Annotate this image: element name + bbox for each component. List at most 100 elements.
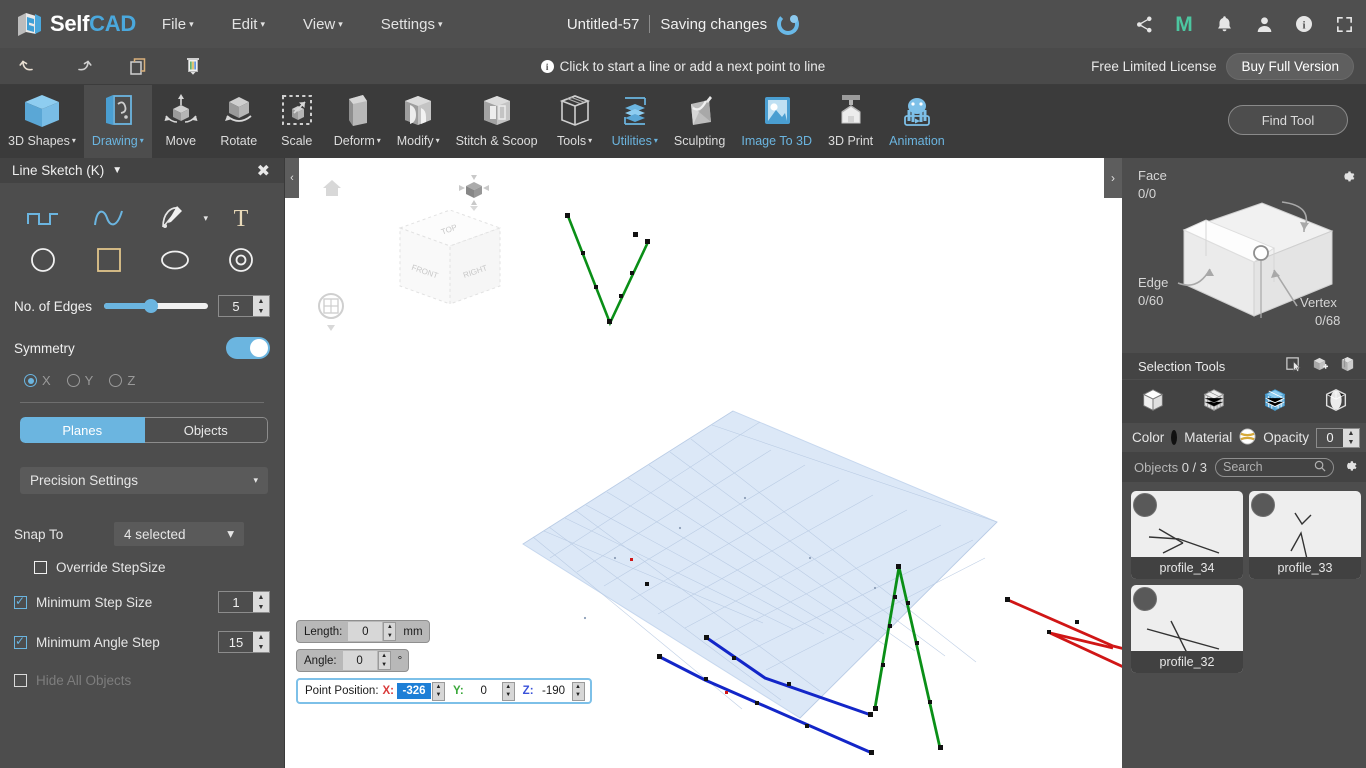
point-position-input-group[interactable]: Point Position: X: -326 ▲ ▼ Y: 0 ▲ ▼ Z: -1…: [296, 678, 592, 704]
symmetry-axis-z[interactable]: Z: [109, 373, 135, 388]
right-panel-collapse-handle[interactable]: ›: [1104, 158, 1122, 198]
minimum-step-size-value[interactable]: 1: [219, 592, 253, 612]
angle-input-group[interactable]: Angle: 0 ▲ ▼ °: [296, 649, 410, 672]
stepper-up-icon[interactable]: ▲: [253, 592, 269, 602]
close-icon[interactable]: ✖: [257, 161, 270, 181]
segment-objects[interactable]: Objects: [144, 417, 268, 443]
stepper-down-icon[interactable]: ▼: [253, 602, 269, 612]
rect-select-icon[interactable]: [1285, 356, 1302, 376]
symmetry-toggle[interactable]: [226, 337, 270, 359]
no-of-edges-slider[interactable]: [104, 299, 208, 313]
stepper-down-icon[interactable]: ▼: [1343, 438, 1359, 447]
ribbon-tab-tools[interactable]: Tools ▾: [546, 85, 604, 158]
gear-icon[interactable]: [1339, 168, 1356, 188]
document-title[interactable]: Untitled-57: [567, 16, 640, 33]
viewport-canvas[interactable]: TOP FRONT RIGHT: [285, 158, 1122, 768]
redo-button[interactable]: [55, 48, 110, 85]
ribbon-tab-3d-print[interactable]: 3D Print: [820, 85, 881, 158]
stepper-up-icon[interactable]: ▲: [503, 683, 514, 692]
point-position-z-stepper[interactable]: ▲ ▼: [571, 681, 585, 701]
object-select-toggle[interactable]: [1133, 493, 1157, 517]
ribbon-tab-move[interactable]: Move: [152, 85, 210, 158]
menu-edit[interactable]: Edit ▾: [220, 10, 277, 39]
stepper-up-icon[interactable]: ▲: [573, 683, 584, 692]
app-logo[interactable]: SelfCAD: [14, 9, 136, 39]
precision-settings-dropdown[interactable]: Precision Settings ▾: [20, 467, 268, 494]
ribbon-tab-utilities[interactable]: Utilities ▾: [604, 85, 666, 158]
stepper-down-icon[interactable]: ▼: [384, 632, 395, 641]
chevron-down-icon[interactable]: ▼: [112, 165, 122, 176]
left-panel-collapse-handle[interactable]: ‹: [285, 158, 299, 198]
length-stepper[interactable]: ▲ ▼: [383, 622, 397, 641]
minimum-step-size-stepper[interactable]: 1 ▲ ▼: [218, 591, 270, 613]
stepper-up-icon[interactable]: ▲: [379, 652, 390, 661]
stepper-down-icon[interactable]: ▼: [253, 642, 269, 652]
checkbox-checked-icon[interactable]: [14, 634, 27, 649]
delete-button[interactable]: [165, 48, 220, 85]
ribbon-tab-3d-shapes[interactable]: 3D Shapes ▾: [0, 85, 84, 158]
no-of-edges-value[interactable]: 5: [219, 296, 253, 316]
menu-settings[interactable]: Settings ▾: [369, 10, 455, 39]
stepper-arrows[interactable]: ▲ ▼: [1343, 428, 1359, 447]
symmetry-axis-y[interactable]: Y: [66, 373, 93, 388]
m-logo-icon[interactable]: M: [1174, 14, 1194, 35]
angle-stepper[interactable]: ▲ ▼: [377, 651, 391, 670]
ribbon-tab-sculpting[interactable]: Sculpting: [666, 85, 733, 158]
minimum-angle-step-stepper[interactable]: 15 ▲ ▼: [218, 631, 270, 653]
ribbon-tab-modify[interactable]: Modify ▾: [389, 85, 448, 158]
opacity-value[interactable]: 0: [1317, 428, 1343, 447]
stepper-down-icon[interactable]: ▼: [573, 691, 584, 700]
stepper-arrows[interactable]: ▲ ▼: [253, 632, 269, 652]
stepper-down-icon[interactable]: ▼: [253, 306, 269, 316]
search-input[interactable]: Search: [1215, 457, 1334, 477]
pen-arc-icon[interactable]: ▾: [142, 197, 208, 239]
spline-icon[interactable]: [76, 197, 142, 239]
point-position-z-value[interactable]: -190: [537, 685, 571, 697]
ribbon-tab-animation[interactable]: Animation: [881, 85, 953, 158]
polyline-icon[interactable]: [10, 197, 76, 239]
point-position-x-value[interactable]: -326: [397, 683, 432, 699]
ribbon-tab-image-to-3d[interactable]: Image To 3D: [733, 85, 820, 158]
angle-value[interactable]: 0: [342, 651, 377, 670]
stepper-up-icon[interactable]: ▲: [1343, 429, 1359, 438]
length-value[interactable]: 0: [348, 622, 383, 641]
object-select-toggle[interactable]: [1133, 587, 1157, 611]
objects-settings-gear-icon[interactable]: [1342, 458, 1358, 477]
stepper-arrows[interactable]: ▲ ▼: [253, 296, 269, 316]
stepper-up-icon[interactable]: ▲: [433, 683, 444, 692]
stepper-down-icon[interactable]: ▼: [503, 691, 514, 700]
ribbon-tab-stitch-scoop[interactable]: Stitch & Scoop: [448, 85, 546, 158]
ellipse-icon[interactable]: [142, 239, 208, 281]
stepper-down-icon[interactable]: ▼: [433, 691, 444, 700]
snap-to-select[interactable]: 4 selected ▾: [114, 522, 244, 546]
copy-button[interactable]: [110, 48, 165, 85]
box-remove-select-icon[interactable]: [1338, 356, 1356, 376]
point-position-y-stepper[interactable]: ▲ ▼: [501, 681, 515, 701]
ribbon-tab-deform[interactable]: Deform ▾: [326, 85, 389, 158]
viewport-3d[interactable]: TOP FRONT RIGHT: [285, 158, 1122, 768]
material-icon[interactable]: [1239, 427, 1256, 448]
undo-button[interactable]: [0, 48, 55, 85]
fullscreen-icon[interactable]: [1334, 14, 1354, 34]
user-icon[interactable]: [1254, 14, 1274, 34]
point-position-x-stepper[interactable]: ▲ ▼: [432, 681, 446, 701]
opacity-stepper[interactable]: 0 ▲ ▼: [1316, 427, 1360, 448]
stepper-up-icon[interactable]: ▲: [384, 623, 395, 632]
stepper-arrows[interactable]: ▲ ▼: [253, 592, 269, 612]
ribbon-tab-rotate[interactable]: Rotate: [210, 85, 268, 158]
concentric-circle-icon[interactable]: [208, 239, 274, 281]
symmetry-axis-x[interactable]: X: [24, 373, 51, 388]
face-mode-icon[interactable]: [1261, 386, 1289, 417]
box-add-select-icon[interactable]: [1311, 356, 1329, 376]
buy-full-version-button[interactable]: Buy Full Version: [1226, 53, 1354, 80]
find-tool-input[interactable]: Find Tool: [1228, 105, 1348, 135]
object-card-profile-33[interactable]: profile_33: [1249, 491, 1361, 579]
object-mode-icon[interactable]: [1139, 386, 1167, 417]
checkbox-unchecked-icon[interactable]: [34, 561, 47, 574]
vertex-mode-icon[interactable]: [1200, 386, 1228, 417]
length-input-group[interactable]: Length: 0 ▲ ▼ mm: [296, 620, 430, 643]
no-of-edges-stepper[interactable]: 5 ▲ ▼: [218, 295, 270, 317]
bell-icon[interactable]: [1214, 14, 1234, 34]
color-swatch[interactable]: [1171, 430, 1178, 445]
stepper-up-icon[interactable]: ▲: [253, 296, 269, 306]
